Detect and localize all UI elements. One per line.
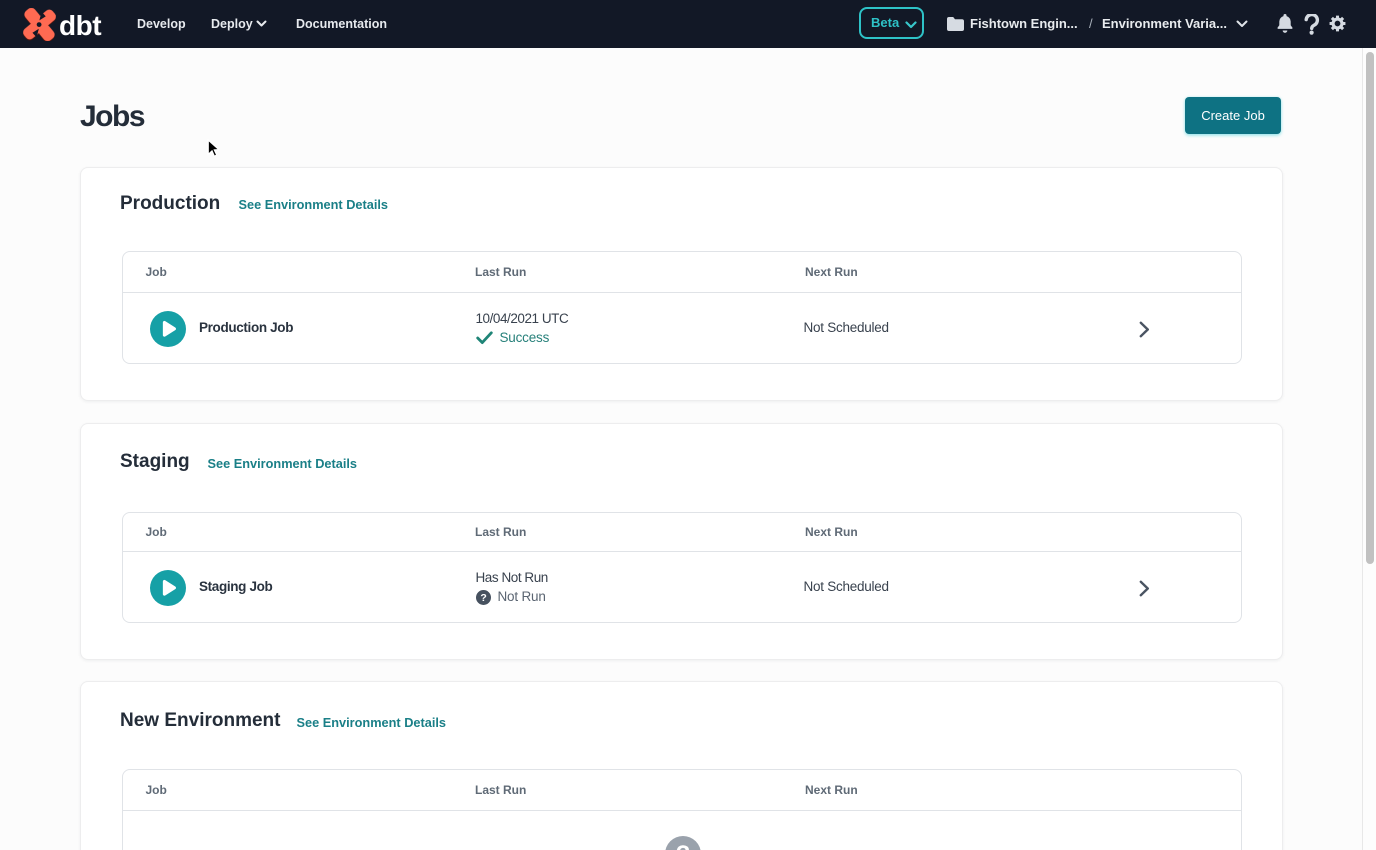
svg-text:?: ? <box>676 841 691 850</box>
svg-text:?: ? <box>480 592 486 604</box>
